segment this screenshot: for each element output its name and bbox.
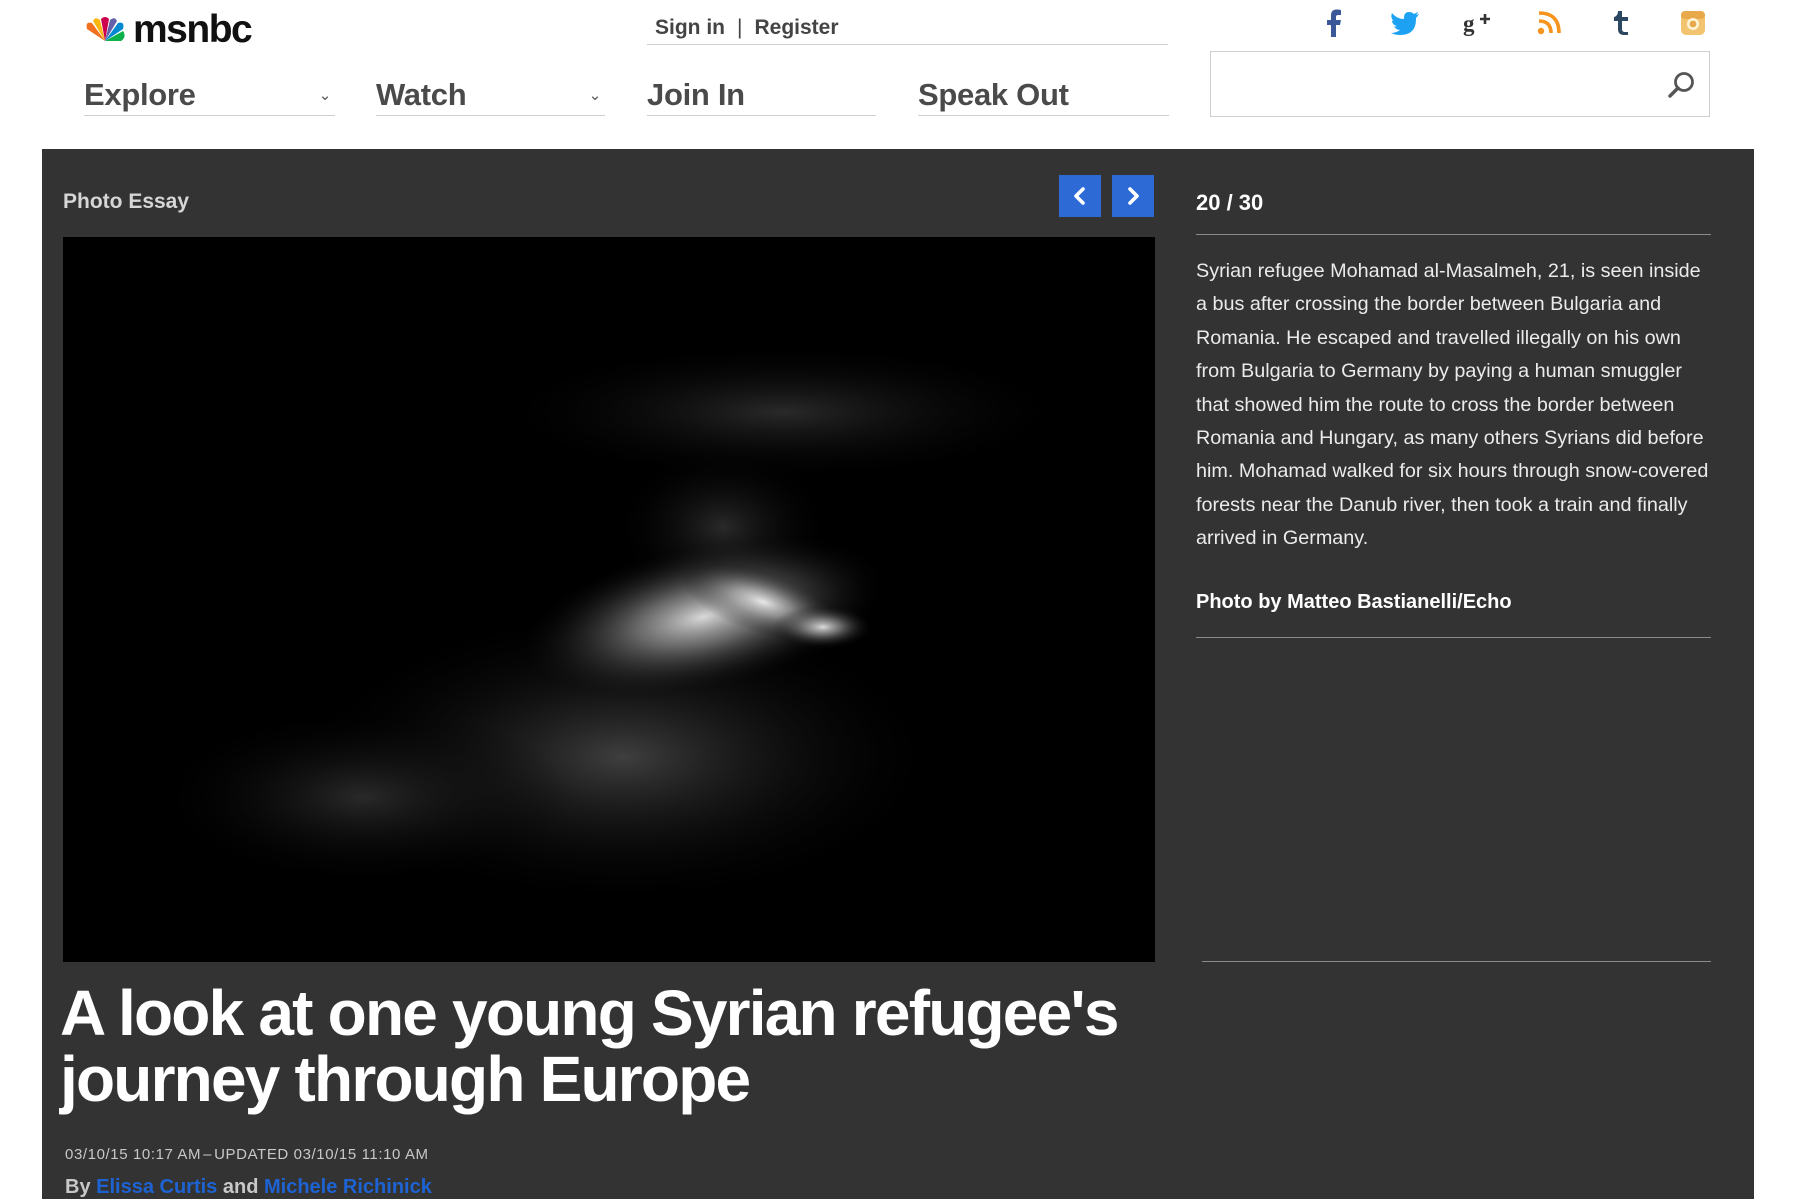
nav-explore[interactable]: Explore ⌄ (84, 74, 335, 116)
peacock-logo-icon (86, 17, 125, 41)
byline-by: By (65, 1176, 91, 1198)
author-link[interactable]: Elissa Curtis (96, 1176, 217, 1198)
sign-in-link[interactable]: Sign in (655, 16, 725, 40)
svg-text:g: g (1463, 11, 1475, 36)
tumblr-icon[interactable] (1604, 6, 1638, 40)
search-box (1210, 51, 1710, 117)
search-icon[interactable] (1667, 70, 1697, 100)
account-links: Sign in | Register (647, 12, 1168, 45)
nav-watch-label: Watch (376, 76, 467, 112)
nav-join-in-label: Join In (647, 76, 745, 112)
social-links: g (1316, 6, 1710, 40)
timestamp-dash: – (203, 1146, 213, 1163)
section-kicker: Photo Essay (63, 190, 190, 213)
photo-caption: Syrian refugee Mohamad al-Masalmeh, 21, … (1196, 260, 1709, 550)
rss-icon[interactable] (1532, 6, 1566, 40)
nav-speak-out[interactable]: Speak Out (918, 74, 1169, 116)
counter-divider (1196, 234, 1711, 235)
photo-credit: Photo by Matteo Bastianelli/Echo (1196, 591, 1512, 613)
chevron-down-icon: ⌄ (588, 86, 602, 104)
chevron-right-icon (1128, 187, 1139, 205)
chevron-left-icon (1074, 187, 1085, 205)
published-time: 03/10/15 10:17 AM (65, 1146, 202, 1163)
search-input[interactable] (1221, 60, 1641, 108)
article-timestamp: 03/10/15 10:17 AM – UPDATED 03/10/15 11:10… (65, 1146, 429, 1163)
photo-artwork (63, 237, 1155, 962)
msnbc-logo[interactable]: msnbc (83, 8, 253, 51)
twitter-icon[interactable] (1388, 6, 1422, 40)
logo-wordmark: msnbc (133, 8, 253, 51)
author-link[interactable]: Michele Richinick (264, 1176, 432, 1198)
gallery-photo (63, 237, 1155, 962)
credit-divider (1196, 637, 1711, 638)
article-byline: By Elissa Curtis and Michele Richinick (65, 1176, 432, 1199)
nav-watch[interactable]: Watch ⌄ (376, 74, 605, 116)
facebook-icon[interactable] (1316, 6, 1350, 40)
byline-and: and (222, 1176, 259, 1198)
nav-explore-label: Explore (84, 76, 196, 112)
nav-join-in[interactable]: Join In (647, 74, 876, 116)
account-separator: | (737, 16, 743, 39)
article-headline: A look at one young Syrian refugee's jou… (60, 977, 1119, 1115)
updated-time: UPDATED 03/10/15 11:10 AM (214, 1146, 429, 1163)
next-photo-button[interactable] (1112, 175, 1154, 217)
photo-counter: 20 / 30 (1196, 190, 1264, 215)
chevron-down-icon: ⌄ (318, 86, 332, 104)
google-plus-icon[interactable]: g (1460, 6, 1494, 40)
register-link[interactable]: Register (754, 16, 838, 40)
sidebar-bottom-divider (1202, 961, 1711, 962)
previous-photo-button[interactable] (1059, 175, 1101, 217)
nav-speak-out-label: Speak Out (918, 76, 1069, 112)
instagram-icon[interactable] (1676, 6, 1710, 40)
